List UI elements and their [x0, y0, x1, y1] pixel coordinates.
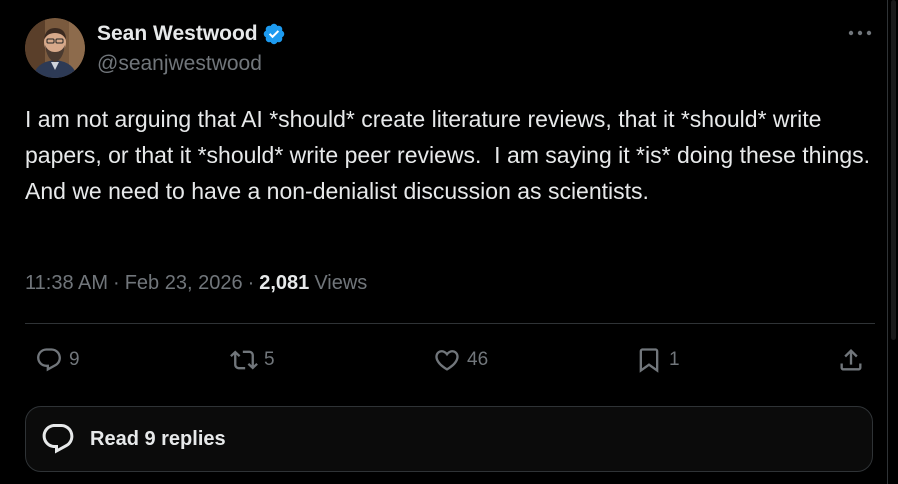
repost-icon — [230, 350, 258, 370]
bookmark-count: 1 — [669, 349, 680, 370]
like-count: 46 — [467, 349, 489, 370]
read-replies-button[interactable]: Read 9 replies — [25, 406, 873, 472]
author-handle[interactable]: @seanjwestwood — [97, 52, 286, 76]
meta-separator: · — [113, 272, 120, 294]
post-text: I am not arguing that AI *should* create… — [25, 106, 882, 204]
reply-count: 9 — [69, 349, 80, 370]
repost-count: 5 — [264, 349, 275, 370]
post-metadata: 11:38 AM · Feb 23, 2026 · 2,081 Views — [25, 272, 367, 295]
bookmark-icon — [639, 348, 659, 373]
verified-badge-icon[interactable] — [262, 22, 286, 46]
profile-photo-icon — [25, 18, 85, 78]
like-button[interactable]: 46 — [433, 340, 488, 380]
action-bar: 9 5 46 1 — [25, 340, 875, 380]
scrollbar-thumb[interactable] — [891, 0, 896, 340]
share-icon — [840, 349, 862, 371]
divider — [25, 323, 875, 324]
scrollbar[interactable] — [889, 0, 898, 484]
read-replies-label: Read 9 replies — [90, 427, 226, 450]
more-options-button[interactable] — [847, 23, 873, 43]
display-name[interactable]: Sean Westwood — [97, 22, 258, 46]
share-button[interactable] — [837, 340, 865, 380]
views-count: 2,081 — [259, 272, 310, 294]
reply-icon — [37, 348, 61, 372]
author-names: Sean Westwood @seanjwestwood — [97, 21, 286, 76]
heart-icon — [435, 350, 459, 371]
post-header: Sean Westwood @seanjwestwood — [25, 18, 873, 80]
chat-bubble-icon — [42, 424, 74, 454]
avatar[interactable] — [25, 18, 85, 78]
post-time[interactable]: 11:38 AM — [25, 272, 108, 295]
repost-button[interactable]: 5 — [230, 340, 275, 380]
bookmark-button[interactable]: 1 — [635, 340, 680, 380]
meta-separator: · — [247, 272, 255, 294]
views-label: Views — [314, 272, 368, 294]
more-dots-icon — [848, 30, 872, 36]
display-name-row: Sean Westwood — [97, 21, 286, 47]
timeline-border — [887, 0, 888, 484]
post-date[interactable]: Feb 23, 2026 — [125, 272, 243, 295]
reply-button[interactable]: 9 — [35, 340, 80, 380]
